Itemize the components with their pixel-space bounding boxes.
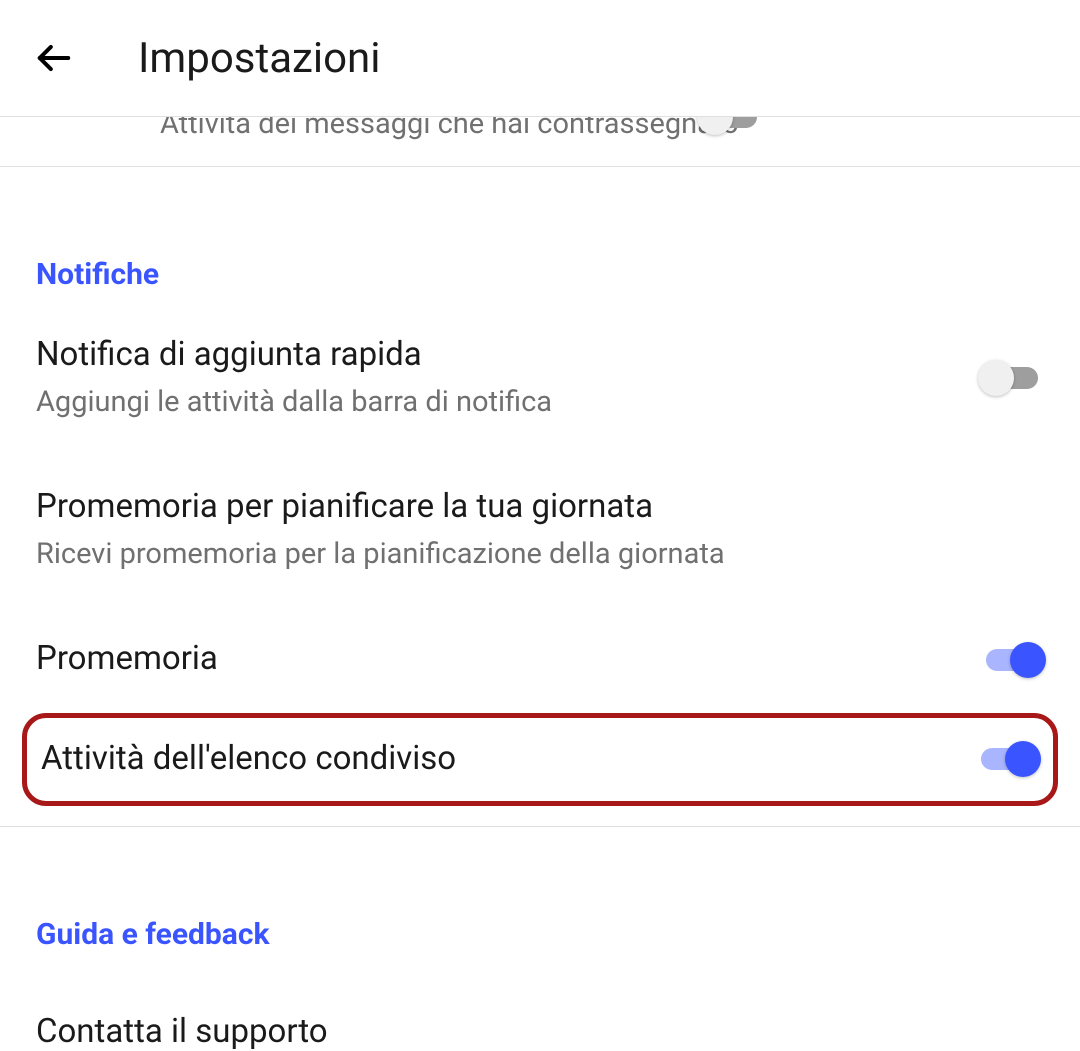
toggle-thumb (1010, 642, 1046, 678)
toggle-thumb (697, 117, 733, 135)
section-help: Guida e feedback Contatta il supporto (0, 827, 1080, 1051)
toggle-quick-add[interactable] (980, 360, 1044, 396)
setting-plan-day-title: Promemoria per pianificare la tua giorna… (36, 486, 1024, 529)
setting-plan-day[interactable]: Promemoria per pianificare la tua giorna… (36, 454, 1044, 606)
setting-reminders[interactable]: Promemoria (36, 606, 1044, 713)
toggle-shared-list[interactable] (975, 741, 1039, 777)
back-button[interactable] (30, 34, 78, 82)
arrow-left-icon (35, 39, 73, 77)
setting-reminders-title: Promemoria (36, 638, 960, 681)
setting-text: Notifica di aggiunta rapida Aggiungi le … (36, 334, 980, 422)
page-title: Impostazioni (138, 34, 380, 83)
setting-quick-add-title: Notifica di aggiunta rapida (36, 334, 960, 377)
toggle-thumb (978, 360, 1014, 396)
setting-text: Promemoria (36, 638, 980, 681)
setting-shared-list[interactable]: Attività dell'elenco condiviso (41, 718, 1039, 801)
toggle-thumb (1005, 741, 1041, 777)
setting-flagged-messages-label: Attività dei messaggi che hai contrasseg… (160, 117, 739, 141)
setting-contact-support[interactable]: Contatta il supporto (36, 962, 1044, 1051)
setting-quick-add-subtitle: Aggiungi le attività dalla barra di noti… (36, 383, 960, 422)
toggle-reminders[interactable] (980, 642, 1044, 678)
section-header-help: Guida e feedback (36, 887, 1044, 962)
setting-plan-day-subtitle: Ricevi promemoria per la pianificazione … (36, 535, 1024, 574)
setting-shared-list-title: Attività dell'elenco condiviso (41, 738, 955, 781)
toggle-flagged-messages[interactable] (699, 117, 763, 135)
setting-text: Promemoria per pianificare la tua giorna… (36, 486, 1044, 574)
setting-text: Attività dell'elenco condiviso (41, 738, 975, 781)
setting-flagged-messages[interactable]: Attività dei messaggi che hai contrasseg… (0, 117, 1080, 167)
section-notifications: Notifiche Notifica di aggiunta rapida Ag… (0, 167, 1080, 806)
app-header: Impostazioni (0, 0, 1080, 117)
section-header-notifications: Notifiche (36, 227, 1044, 302)
setting-quick-add[interactable]: Notifica di aggiunta rapida Aggiungi le … (36, 302, 1044, 454)
highlight-shared-list: Attività dell'elenco condiviso (22, 713, 1058, 806)
